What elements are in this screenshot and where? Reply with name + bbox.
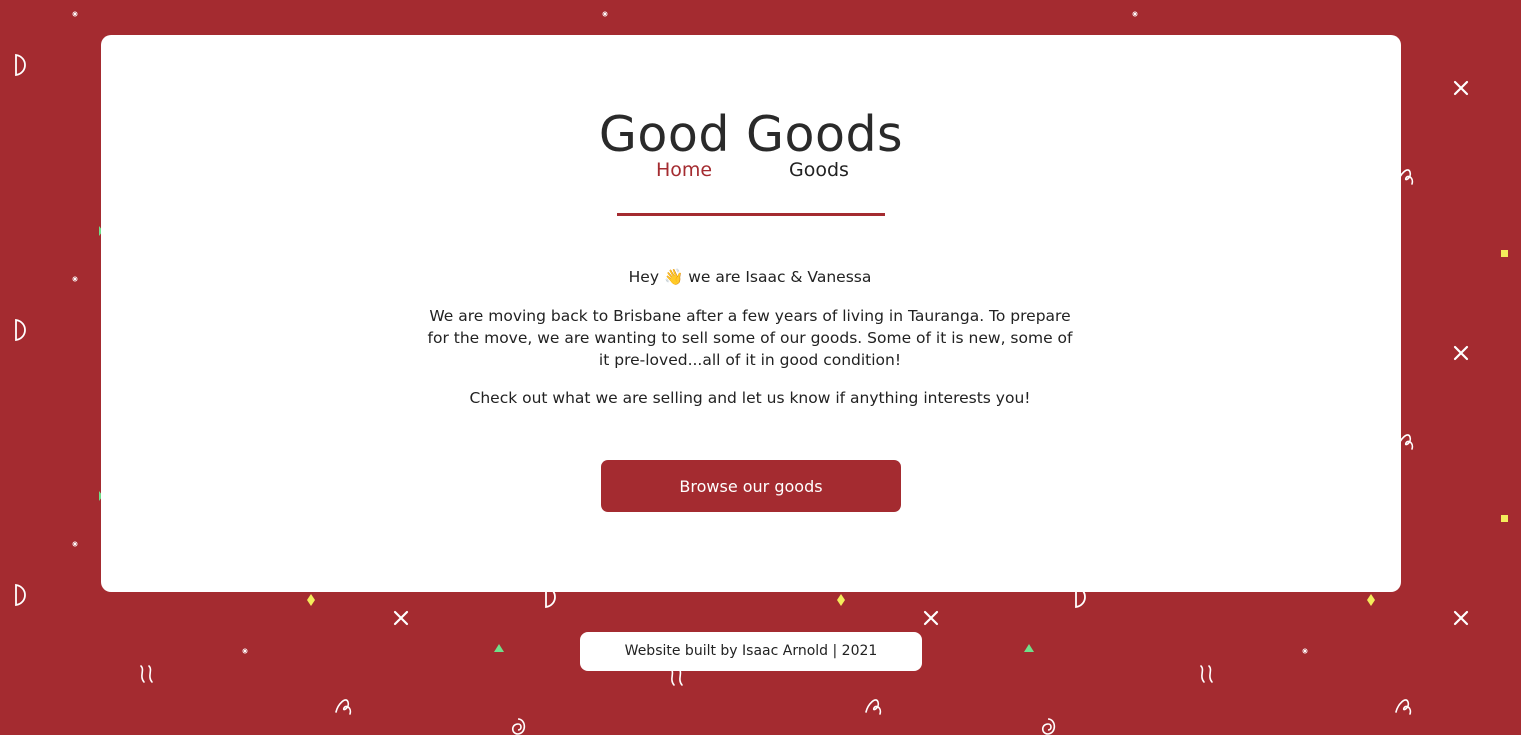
intro-paragraph-check-out: Check out what we are selling and let us… xyxy=(469,389,1031,407)
intro-section: Hey 👋 we are Isaac & Vanessa We are movi… xyxy=(420,266,1080,425)
browse-goods-button[interactable]: Browse our goods xyxy=(601,460,901,512)
main-nav: Home Goods xyxy=(617,150,885,216)
nav-item-goods[interactable]: Goods xyxy=(789,158,849,182)
waving-hand-icon: 👋 xyxy=(663,268,684,286)
intro-paragraph-moving: We are moving back to Brisbane after a f… xyxy=(427,307,1073,369)
footer: Website built by Isaac Arnold | 2021 xyxy=(580,632,922,671)
greeting-text-start: Hey xyxy=(628,268,664,286)
footer-credit: Website built by Isaac Arnold | 2021 xyxy=(624,643,878,659)
greeting-text-end: we are Isaac & Vanessa xyxy=(683,268,872,286)
greeting: Hey 👋 we are Isaac & Vanessa xyxy=(420,266,1080,288)
nav-item-home[interactable]: Home xyxy=(656,158,712,182)
